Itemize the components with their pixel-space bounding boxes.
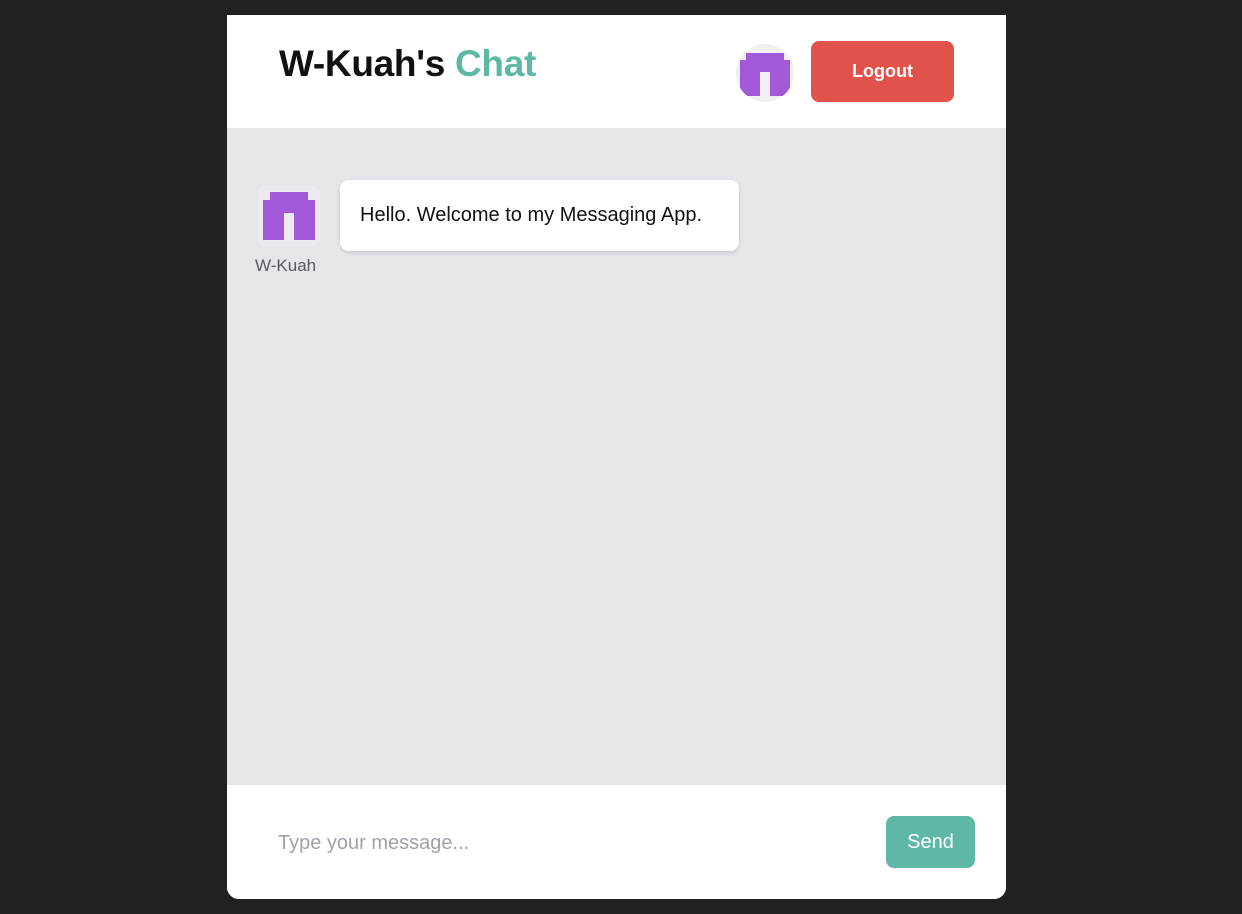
message-composer: Send [227, 785, 1006, 899]
identicon-avatar-icon [740, 53, 790, 96]
user-avatar[interactable] [736, 44, 794, 102]
message-bubble: Hello. Welcome to my Messaging App. [340, 180, 739, 251]
chat-header: W-Kuah's Chat Logout [227, 15, 1006, 128]
logout-button[interactable]: Logout [811, 41, 954, 102]
title-accent: Chat [454, 43, 536, 84]
sender-avatar [258, 185, 320, 247]
chat-app: W-Kuah's Chat Logout W-Kuah Hello. Welco… [227, 15, 1006, 899]
message-list[interactable]: W-Kuah Hello. Welcome to my Messaging Ap… [227, 128, 1006, 785]
message-input[interactable] [267, 825, 849, 861]
message-sender-name: W-Kuah [255, 256, 317, 275]
page-title: W-Kuah's Chat [279, 43, 536, 85]
identicon-avatar-icon [263, 192, 315, 240]
send-button[interactable]: Send [886, 816, 975, 868]
title-prefix: W-Kuah's [279, 43, 445, 84]
